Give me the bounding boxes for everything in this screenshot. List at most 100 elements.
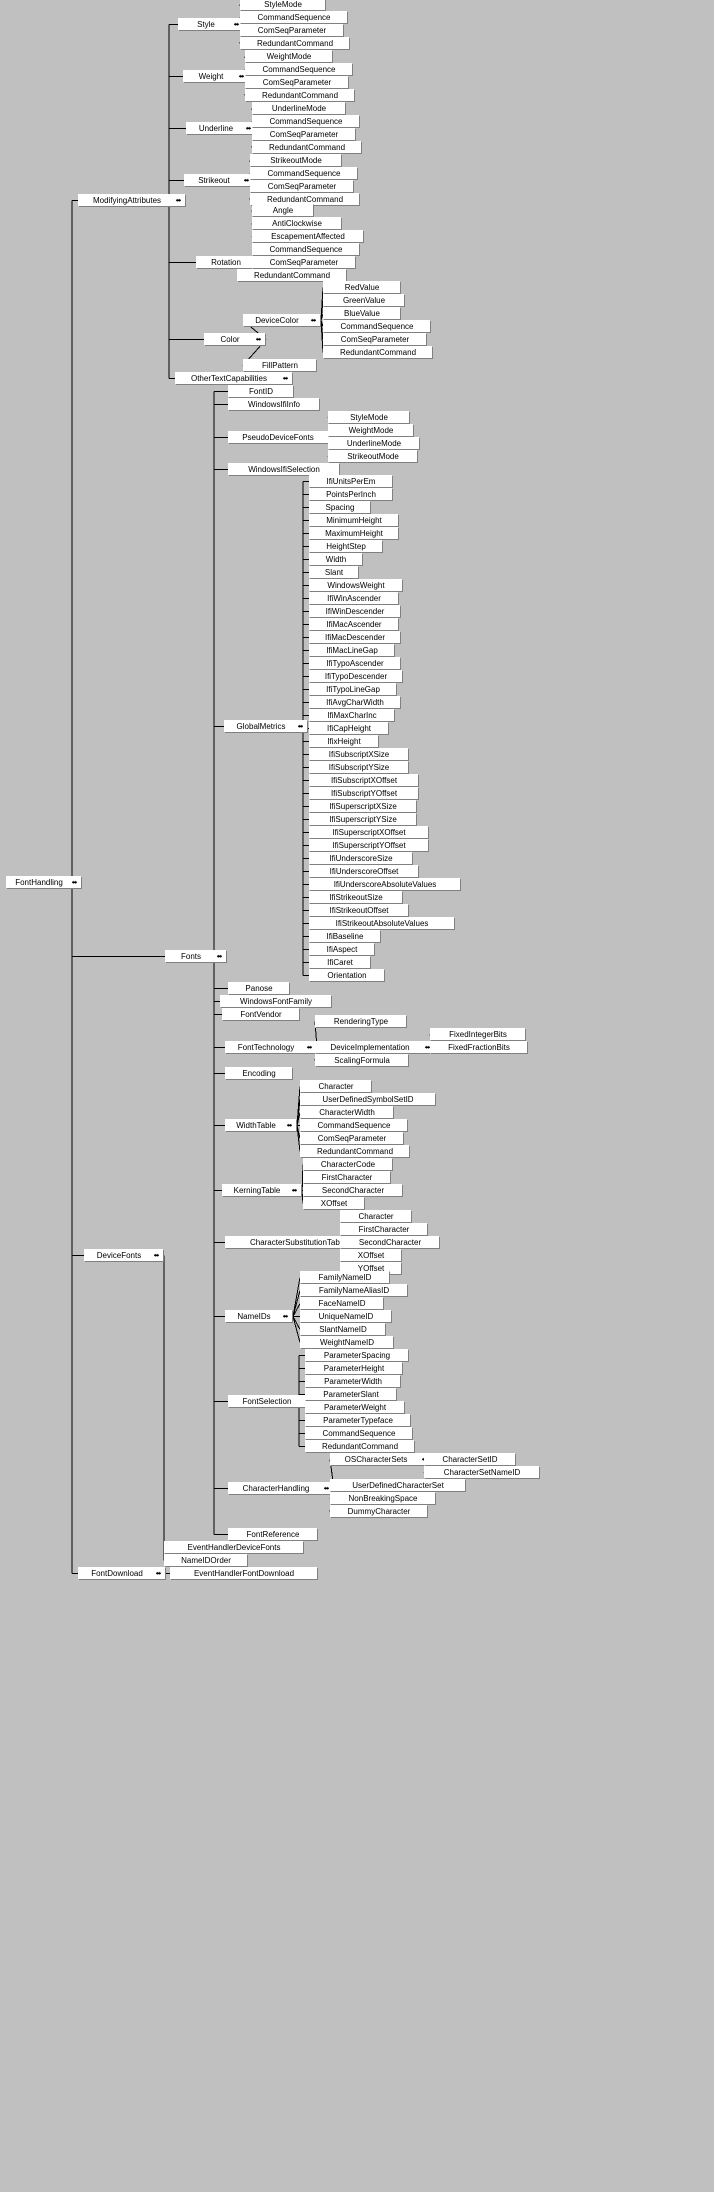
tree-node[interactable]: IfiWinAscender (309, 592, 399, 605)
tree-node[interactable]: Panose (228, 982, 290, 995)
tree-node[interactable]: XOffset (303, 1197, 365, 1210)
tree-node[interactable]: OtherTextCapabilities ⬌ (175, 372, 293, 385)
tree-node[interactable]: NameIDs ⬌ (225, 1310, 293, 1323)
tree-node[interactable]: Strikeout ⬌ (184, 174, 254, 187)
tree-node[interactable]: Encoding (225, 1067, 293, 1080)
tree-node[interactable]: RedundantCommand (305, 1440, 415, 1453)
tree-node[interactable]: DeviceFonts ⬌ (84, 1249, 164, 1262)
collapse-expand-handle-icon[interactable]: ⬌ (254, 336, 263, 343)
tree-node[interactable]: ComSeqParameter (300, 1132, 404, 1145)
tree-node[interactable]: CommandSequence (240, 11, 348, 24)
tree-node[interactable]: FontReference (228, 1528, 318, 1541)
tree-node[interactable]: IfiTypoAscender (309, 657, 401, 670)
tree-node[interactable]: ParameterSpacing (305, 1349, 409, 1362)
tree-node[interactable]: IfiTypoDescender (309, 670, 403, 683)
tree-node[interactable]: IfiAvgCharWidth (309, 696, 401, 709)
tree-node[interactable]: GlobalMetrics ⬌ (224, 720, 308, 733)
tree-node[interactable]: Style ⬌ (178, 18, 244, 31)
tree-node[interactable]: ComSeqParameter (240, 24, 344, 37)
tree-node[interactable]: FirstCharacter (340, 1223, 428, 1236)
collapse-expand-handle-icon[interactable]: ⬌ (285, 1122, 294, 1129)
tree-node[interactable]: CharacterSetNameID (424, 1466, 540, 1479)
tree-node[interactable]: CommandSequence (300, 1119, 408, 1132)
tree-node[interactable]: StrikeoutMode (328, 450, 418, 463)
collapse-expand-handle-icon[interactable]: ⬌ (309, 317, 318, 324)
tree-node[interactable]: RedundantCommand (300, 1145, 410, 1158)
tree-node[interactable]: IfiUnderscoreSize (309, 852, 413, 865)
tree-node[interactable]: ComSeqParameter (250, 180, 354, 193)
tree-node[interactable]: XOffset (340, 1249, 402, 1262)
tree-node[interactable]: ParameterWidth (305, 1375, 401, 1388)
tree-node[interactable]: ComSeqParameter (252, 128, 356, 141)
tree-node[interactable]: StyleMode (240, 0, 326, 11)
tree-node[interactable]: EscapementAffected (252, 230, 364, 243)
tree-node[interactable]: CharacterHandling ⬌ (228, 1482, 334, 1495)
tree-node[interactable]: CommandSequence (252, 115, 360, 128)
tree-node[interactable]: IfiSuperscriptXSize (309, 800, 417, 813)
tree-node[interactable]: FontHandling ⬌ (6, 876, 82, 889)
tree-node[interactable]: GreenValue (323, 294, 405, 307)
tree-node[interactable]: CommandSequence (252, 243, 360, 256)
tree-node[interactable]: IfiCaret (309, 956, 371, 969)
tree-node[interactable]: PseudoDeviceFonts⬌ (228, 431, 338, 444)
tree-node[interactable]: ComSeqParameter (323, 333, 427, 346)
tree-node[interactable]: CharacterSetID (424, 1453, 516, 1466)
collapse-expand-handle-icon[interactable]: ⬌ (290, 1187, 299, 1194)
collapse-expand-handle-icon[interactable]: ⬌ (296, 723, 305, 730)
tree-node[interactable]: FixedFractionBits (430, 1041, 528, 1054)
tree-node[interactable]: UnderlineMode (328, 437, 420, 450)
tree-node[interactable]: IfixHeight (309, 735, 379, 748)
tree-node[interactable]: FamilyNameID (300, 1271, 390, 1284)
tree-node[interactable]: ScalingFormula (315, 1054, 409, 1067)
tree-node[interactable]: OSCharacterSets⬌ (330, 1453, 432, 1466)
tree-node[interactable]: ComSeqParameter (245, 76, 349, 89)
tree-node[interactable]: DeviceColor ⬌ (243, 314, 321, 327)
tree-node[interactable]: Underline ⬌ (186, 122, 256, 135)
tree-node[interactable]: FamilyNameAliasID (300, 1284, 408, 1297)
tree-node[interactable]: Weight ⬌ (183, 70, 249, 83)
tree-node[interactable]: ParameterHeight (305, 1362, 403, 1375)
tree-node[interactable]: WindowsIfiInfo (228, 398, 320, 411)
tree-node[interactable]: IfiUnderscoreOffset (309, 865, 419, 878)
tree-node[interactable]: IfiBaseline (309, 930, 381, 943)
tree-node[interactable]: CharacterCode (303, 1158, 393, 1171)
tree-node[interactable]: IfiMacDescender (309, 631, 401, 644)
tree-node[interactable]: IfiMacLineGap (309, 644, 395, 657)
tree-node[interactable]: RedundantCommand (323, 346, 433, 359)
tree-node[interactable]: RedundantCommand (252, 141, 362, 154)
collapse-expand-handle-icon[interactable]: ⬌ (152, 1252, 161, 1259)
tree-node[interactable]: MinimumHeight (309, 514, 399, 527)
tree-node[interactable]: WeightMode (245, 50, 333, 63)
tree-node[interactable]: StyleMode (328, 411, 410, 424)
tree-node[interactable]: CommandSequence (323, 320, 431, 333)
tree-node[interactable]: IfiStrikeoutAbsoluteValues (309, 917, 455, 930)
tree-node[interactable]: FixedIntegerBits (430, 1028, 526, 1041)
tree-node[interactable]: Width (309, 553, 363, 566)
tree-node[interactable]: RedValue (323, 281, 401, 294)
collapse-expand-handle-icon[interactable]: ⬌ (174, 197, 183, 204)
tree-node[interactable]: FillPattern (243, 359, 317, 372)
tree-node[interactable]: BlueValue (323, 307, 401, 320)
tree-node[interactable]: WindowsFontFamily (220, 995, 332, 1008)
tree-node[interactable]: NameIDOrder (164, 1554, 248, 1567)
tree-node[interactable]: MaximumHeight (309, 527, 399, 540)
collapse-expand-handle-icon[interactable]: ⬌ (154, 1570, 163, 1577)
tree-node[interactable]: AntiClockwise (252, 217, 342, 230)
tree-node[interactable]: CommandSequence (305, 1427, 413, 1440)
tree-node[interactable]: ModifyingAttributes ⬌ (78, 194, 186, 207)
tree-node[interactable]: FirstCharacter (303, 1171, 391, 1184)
tree-node[interactable]: IfiSubscriptYOffset (309, 787, 419, 800)
tree-node[interactable]: IfiStrikeoutSize (309, 891, 403, 904)
tree-node[interactable]: DeviceImplementation ⬌ (315, 1041, 435, 1054)
collapse-expand-handle-icon[interactable]: ⬌ (305, 1044, 314, 1051)
tree-node[interactable]: PointsPerInch (309, 488, 393, 501)
tree-node[interactable]: UserDefinedCharacterSet (330, 1479, 466, 1492)
tree-node[interactable]: KerningTable ⬌ (222, 1184, 302, 1197)
tree-node[interactable]: IfiSuperscriptXOffset (309, 826, 429, 839)
tree-node[interactable]: FontVendor (222, 1008, 300, 1021)
tree-node[interactable]: ComSeqParameter (252, 256, 356, 269)
tree-node[interactable]: RedundantCommand (240, 37, 350, 50)
tree-node[interactable]: NonBreakingSpace (330, 1492, 436, 1505)
tree-node[interactable]: FaceNameID (300, 1297, 384, 1310)
tree-node[interactable]: Character (300, 1080, 372, 1093)
